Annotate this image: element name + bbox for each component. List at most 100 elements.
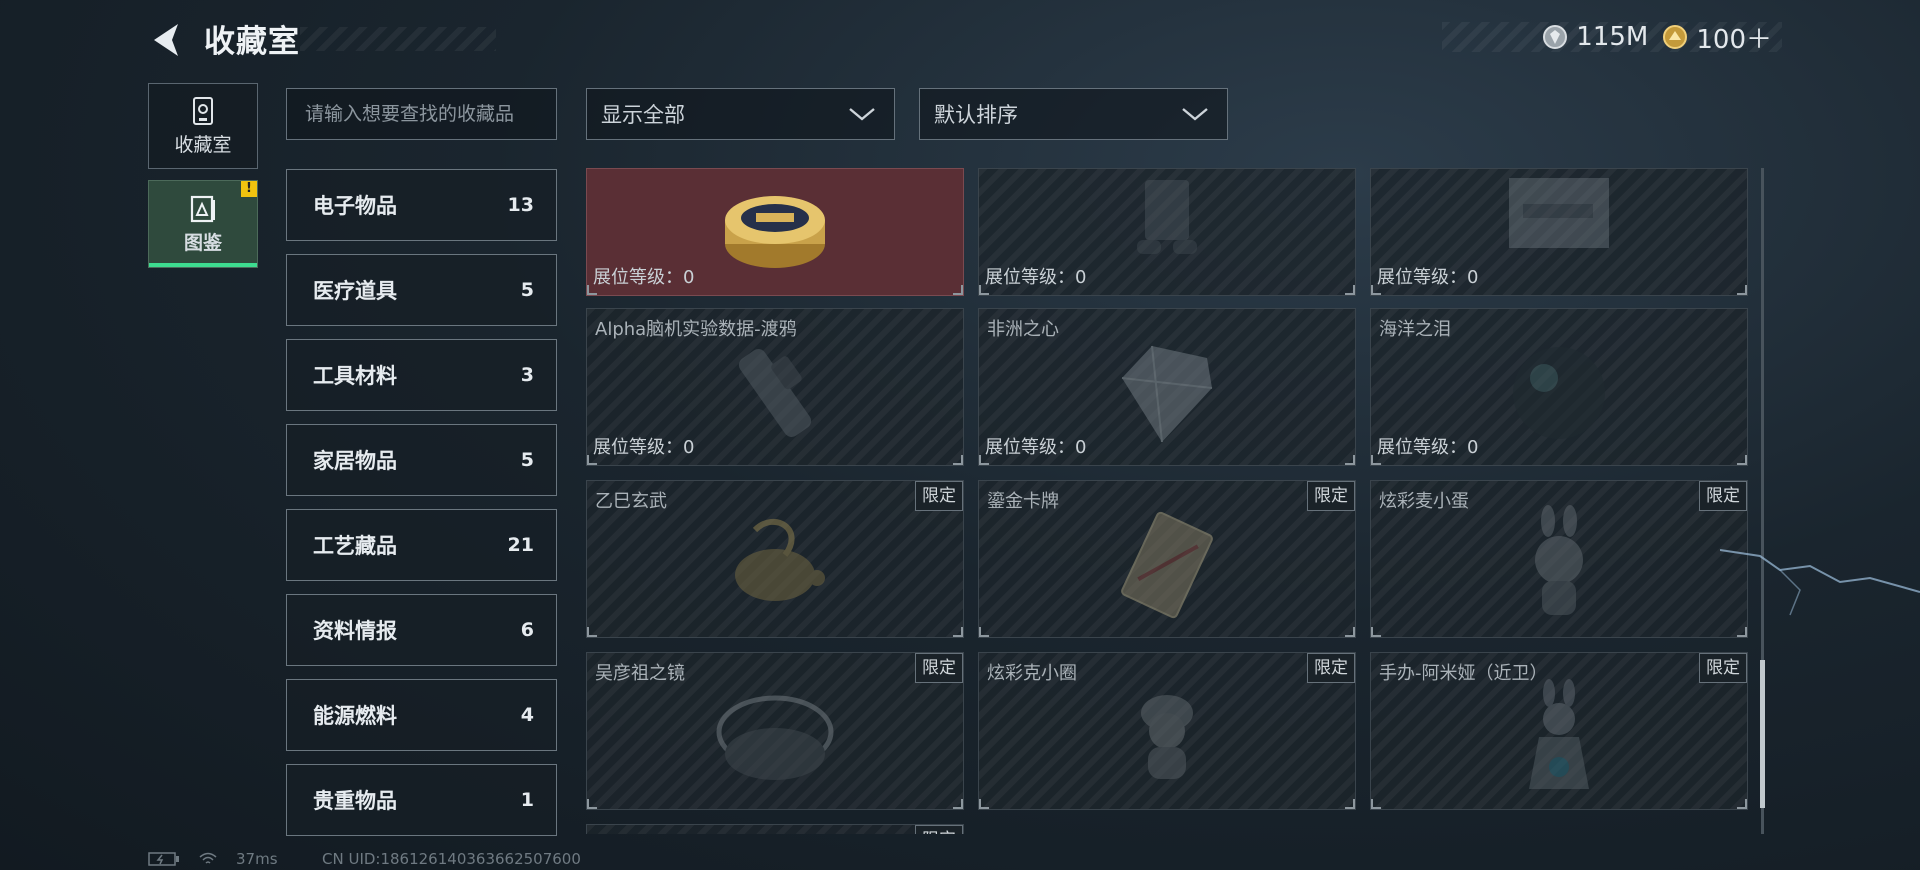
gold-coin-icon [1663,25,1688,49]
filter-dropdown[interactable]: 显示全部 [586,88,895,140]
category-valuables[interactable]: 贵重物品 1 [286,764,557,836]
tab-collection-room[interactable]: 收藏室 [148,83,258,169]
search-input[interactable] [286,88,557,140]
limited-badge: 限定 [1307,653,1355,683]
caviar-tin-icon [725,196,825,268]
battery-icon [148,852,179,866]
category-count: 1 [520,789,534,811]
silver-currency: 115M [1542,22,1648,52]
gold-currency[interactable]: 100＋ [1662,19,1772,56]
codex-book-icon [190,195,215,222]
category-count: 13 [507,194,534,216]
collectible-card-caviar[interactable]: 展位等级：0 [586,168,964,296]
limited-badge: 限定 [915,481,963,511]
gold-amount: 100＋ [1696,24,1772,55]
tab-codex-label: 图鉴 [183,231,222,254]
limited-badge: 限定 [915,653,963,683]
figurine-icon [1529,679,1589,790]
ping-value: 37ms [236,850,278,868]
item-name: 非洲之心 [987,319,1059,340]
filter-value: 显示全部 [601,103,685,127]
item-name: 吴彦祖之镜 [595,663,685,684]
tab-collection-label: 收藏室 [174,133,232,156]
category-household[interactable]: 家居物品 5 [286,424,557,496]
scrollbar-thumb[interactable] [1760,660,1765,808]
diamond-icon [1121,346,1213,443]
collectible-card-mirror[interactable]: 吴彦祖之镜 限定 [586,652,964,810]
user-uid: CN UID:18612614036366250760​0 [322,850,581,868]
category-count: 4 [520,704,534,726]
title-decoration [300,27,496,51]
alert-badge: ! [241,181,257,197]
category-label: 贵重物品 [313,789,397,813]
item-name: 炫彩克小圈 [987,663,1077,684]
category-count: 5 [520,279,534,301]
item-name: 鎏金卡牌 [987,491,1059,512]
category-label: 电子物品 [313,194,397,218]
category-medical[interactable]: 医疗道具 5 [286,254,557,326]
card-icon [1509,178,1609,249]
collectible-card[interactable]: 展位等级：0 [1370,168,1748,296]
collectible-card-rainbow-egg[interactable]: 炫彩麦小蛋 限定 [1370,480,1748,638]
wifi-icon [199,852,217,864]
chevron-down-icon [849,108,875,121]
category-tools[interactable]: 工具材料 3 [286,339,557,411]
category-count: 5 [520,449,534,471]
category-label: 能源燃料 [313,704,397,728]
category-count: 21 [507,534,534,556]
collectible-card-heart-of-africa[interactable]: 非洲之心 展位等级：0 [978,308,1356,466]
currency-bar: 115M 100＋ [1442,22,1782,55]
item-name: 炫彩麦小蛋 [1379,491,1469,512]
category-count: 3 [520,364,534,386]
mirror-icon [716,695,834,781]
collectible-card-rainbow-ring[interactable]: 炫彩克小圈 限定 [978,652,1356,810]
silver-amount: 115M [1576,22,1649,52]
golden-card-icon [1121,512,1213,619]
orb-icon [1513,347,1605,440]
silver-coin-icon [1543,25,1568,49]
active-indicator [149,263,257,267]
display-level: 展位等级：0 [985,437,1087,458]
category-label: 工具材料 [313,364,397,388]
sort-value: 默认排序 [934,103,1018,127]
collectible-card[interactable]: 限定 [586,824,964,834]
category-label: 工艺藏品 [313,534,397,558]
collectible-card-alpha-data[interactable]: Alpha脑机实验数据-渡鸦 展位等级：0 [586,308,964,466]
limited-badge: 限定 [1699,481,1747,511]
item-name: 海洋之泪 [1379,319,1451,340]
category-count: 6 [520,619,534,641]
limited-badge: 限定 [1699,653,1747,683]
collectible-card-black-tortoise[interactable]: 乙巳玄武 限定 [586,480,964,638]
category-label: 资料情报 [313,619,397,643]
chevron-down-icon [1182,108,1208,121]
sort-dropdown[interactable]: 默认排序 [919,88,1228,140]
category-electronics[interactable]: 电子物品 13 [286,169,557,241]
back-button[interactable] [148,20,184,60]
collectible-card[interactable]: 展位等级：0 [978,168,1356,296]
category-intel[interactable]: 资料情报 6 [286,594,557,666]
tab-codex[interactable]: ! 图鉴 [148,180,258,268]
bunny-figure-icon [1535,505,1583,616]
category-label: 医疗道具 [313,279,397,303]
display-level: 展位等级：0 [1377,267,1479,288]
item-name: 乙巳玄武 [595,491,667,512]
item-name: Alpha脑机实验数据-渡鸦 [595,319,797,340]
collectible-card-amiya-figure[interactable]: 手办-阿米娅（近卫） 限定 [1370,652,1748,810]
collectible-card-tear-of-ocean[interactable]: 海洋之泪 展位等级：0 [1370,308,1748,466]
lightning-effect [1720,549,1920,616]
turtle-figure-icon [735,519,825,602]
page-title: 收藏室 [204,24,300,60]
category-energy[interactable]: 能源燃料 4 [286,679,557,751]
category-crafts[interactable]: 工艺藏品 21 [286,509,557,581]
display-level: 展位等级：0 [593,267,695,288]
limited-badge: 限定 [915,825,963,834]
back-arrow-icon [154,24,178,56]
data-device-icon [738,349,812,438]
figure-icon [1141,695,1193,780]
category-label: 家居物品 [313,449,397,473]
device-icon [1137,180,1197,255]
collectible-card-gilded-card[interactable]: 鎏金卡牌 限定 [978,480,1356,638]
display-level: 展位等级：0 [1377,437,1479,458]
collectible-grid: 展位等级：0 展位等级：0 展位等级：0 Alpha脑机实验数据-渡鸦 展位等级… [586,168,1752,834]
limited-badge: 限定 [1307,481,1355,511]
